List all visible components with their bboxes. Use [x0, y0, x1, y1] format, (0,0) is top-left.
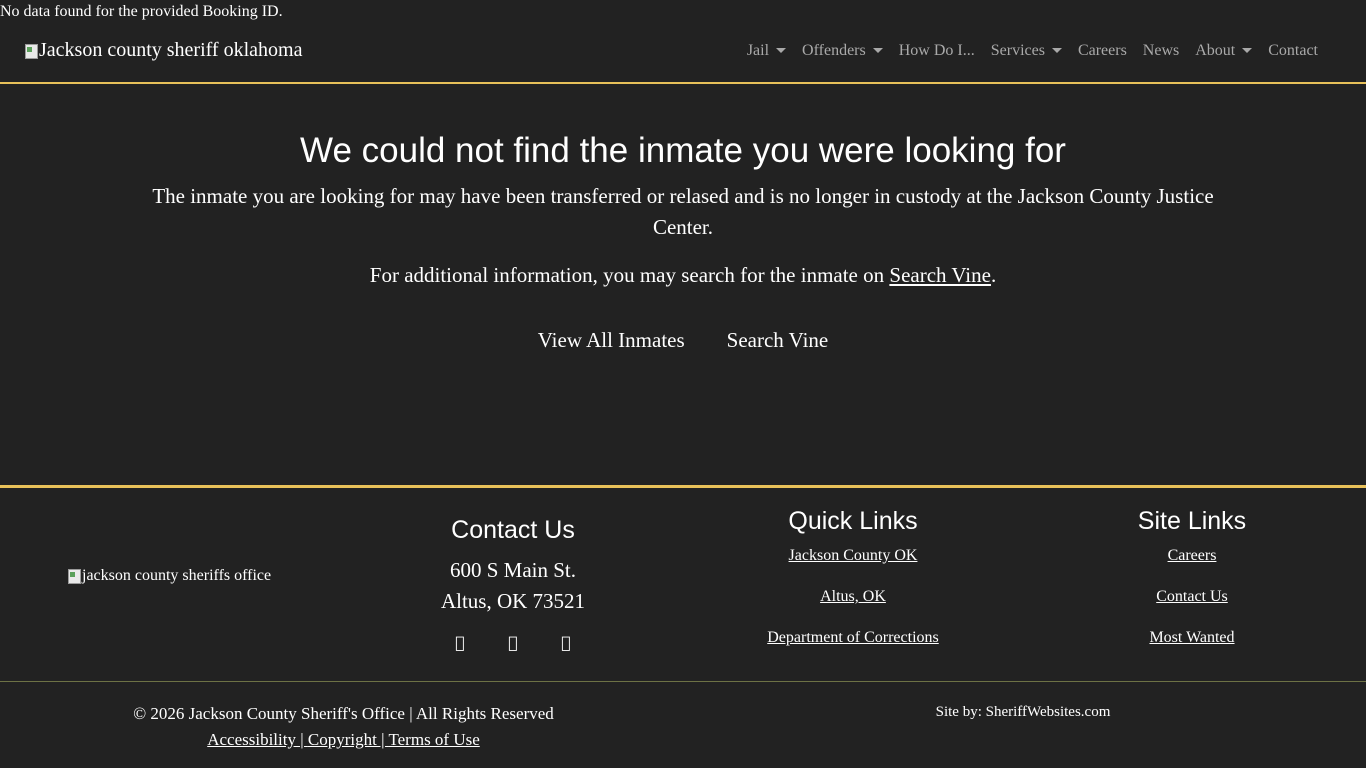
address-line2: Altus, OK 73521	[440, 589, 586, 613]
main-nav: Jail Offenders How Do I... Services Care…	[739, 42, 1326, 60]
nav-label: Jail	[746, 42, 770, 59]
site-link-careers[interactable]: Careers	[1042, 546, 1342, 566]
quick-link-doc[interactable]: Department of Corrections	[703, 628, 1003, 648]
caret-down-icon	[1242, 47, 1253, 53]
facebook-icon[interactable]: 	[453, 634, 468, 652]
quick-links-column: Quick Links Jackson County OK Altus, OK …	[703, 506, 1003, 669]
brand-logo-link[interactable]: Jackson county sheriff oklahoma	[24, 39, 302, 62]
search-vine-button[interactable]: Search Vine	[705, 324, 850, 356]
site-links-list: Careers Contact Us Most Wanted	[1042, 546, 1342, 648]
broken-image-icon	[24, 43, 38, 59]
site-links-column: Site Links Careers Contact Us Most Wante…	[1042, 506, 1342, 669]
footer-logo-link[interactable]: jackson county sheriffs office	[67, 567, 271, 585]
footer: jackson county sheriffs office Contact U…	[0, 485, 1366, 768]
notice-message: No data found for the provided Booking I…	[0, 3, 283, 20]
nav-label: About	[1195, 42, 1236, 59]
nav-item-contact[interactable]: Contact	[1260, 42, 1326, 60]
info-suffix: .	[990, 263, 997, 287]
nav-label: Contact	[1268, 42, 1318, 59]
search-vine-link[interactable]: Search Vine	[889, 263, 991, 287]
site-link-contact-us[interactable]: Contact Us	[1042, 587, 1342, 607]
twitter-icon[interactable]: 	[506, 634, 521, 652]
caret-down-icon	[1051, 47, 1062, 53]
site-link-most-wanted[interactable]: Most Wanted	[1042, 628, 1342, 648]
nav-item-news[interactable]: News	[1135, 42, 1187, 60]
nav-item-careers[interactable]: Careers	[1070, 42, 1135, 60]
nav-item-offenders[interactable]: Offenders	[794, 42, 891, 60]
footer-logo-alt: jackson county sheriffs office	[82, 567, 272, 584]
nav-item-about[interactable]: About	[1187, 42, 1260, 60]
nav-item-how-do-i[interactable]: How Do I...	[891, 42, 983, 60]
quick-links-list: Jackson County OK Altus, OK Department o…	[703, 546, 1003, 648]
instagram-icon[interactable]: 	[559, 634, 574, 652]
page-title: We could not find the inmate you were lo…	[300, 131, 1066, 170]
broken-image-icon	[67, 568, 81, 584]
nav-label: Careers	[1077, 42, 1127, 59]
site-credit[interactable]: Site by: SheriffWebsites.com	[683, 703, 1363, 721]
accessibility-link[interactable]: Accessibility |	[207, 730, 308, 749]
nav-label: How Do I...	[898, 42, 975, 59]
legal-links: Accessibility | Copyright | Terms of Use	[0, 727, 687, 753]
info-prefix: For additional information, you may sear…	[369, 263, 890, 287]
address: 600 S Main St. Altus, OK 73521	[363, 555, 663, 617]
lead-text: The inmate you are looking for may have …	[152, 184, 1214, 239]
caret-down-icon	[872, 47, 883, 53]
contact-column: Contact Us 600 S Main St. Altus, OK 7352…	[363, 515, 663, 652]
quick-links-title: Quick Links	[788, 507, 918, 535]
nav-label: News	[1142, 42, 1180, 59]
brand-logo-alt: Jackson county sheriff oklahoma	[39, 39, 303, 61]
address-line1: 600 S Main St.	[449, 558, 577, 582]
main-content: We could not find the inmate you were lo…	[0, 86, 1366, 486]
nav-item-services[interactable]: Services	[983, 42, 1070, 60]
terms-of-use-link[interactable]: Terms of Use	[388, 730, 479, 749]
view-all-inmates-button[interactable]: View All Inmates	[516, 324, 706, 356]
footer-divider	[0, 681, 1366, 682]
copyright-text: © 2026 Jackson County Sheriff's Office |…	[133, 704, 554, 723]
navbar: Jackson county sheriff oklahoma Jail Off…	[0, 22, 1366, 84]
caret-down-icon	[776, 47, 787, 53]
info-text: For additional information, you may sear…	[0, 261, 1366, 289]
nav-label: Services	[990, 42, 1045, 59]
nav-item-jail[interactable]: Jail	[739, 42, 794, 60]
copyright-block: © 2026 Jackson County Sheriff's Office |…	[0, 701, 687, 753]
site-links-title: Site Links	[1137, 507, 1247, 535]
quick-link-altus[interactable]: Altus, OK	[703, 587, 1003, 607]
nav-label: Offenders	[802, 42, 866, 59]
copyright-link[interactable]: Copyright |	[308, 730, 389, 749]
quick-link-jackson-county[interactable]: Jackson County OK	[703, 546, 1003, 566]
social-links:   	[363, 634, 663, 652]
contact-title: Contact Us	[451, 516, 575, 544]
action-buttons: View All Inmates Search Vine	[0, 324, 1366, 356]
